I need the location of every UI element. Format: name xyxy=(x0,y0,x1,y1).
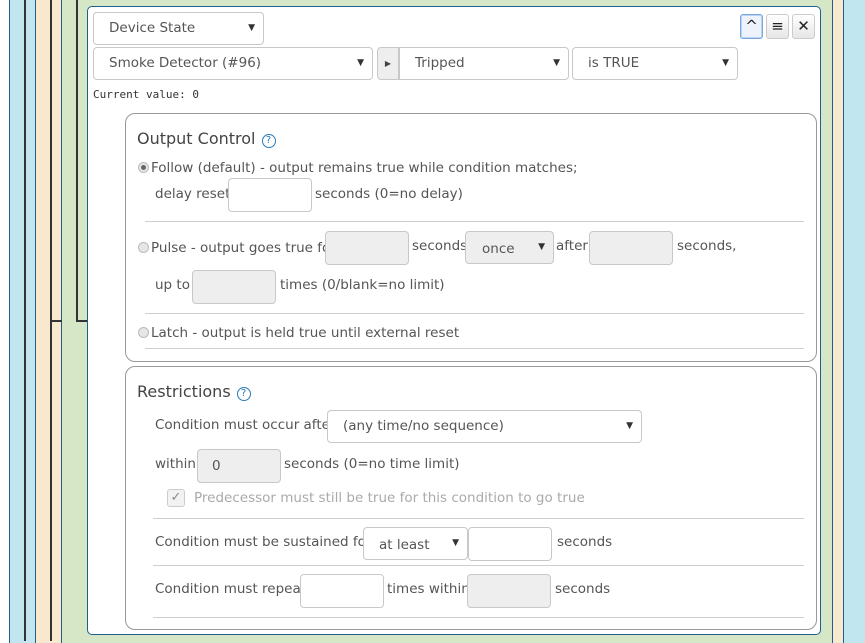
chevron-down-icon: ▼ xyxy=(626,421,633,431)
latch-radio[interactable] xyxy=(138,327,149,338)
play-triangle-icon: ▶ xyxy=(384,59,392,68)
tree-connector xyxy=(76,320,87,322)
chevron-down-icon: ▼ xyxy=(538,242,545,252)
sustained-select[interactable]: at least ▼ xyxy=(363,527,468,560)
predecessor-checkbox[interactable]: ✓ xyxy=(167,489,185,507)
checkmark-icon: ✓ xyxy=(170,490,182,505)
condition-type-value: Device State xyxy=(109,20,196,36)
menu-icon: ≡ xyxy=(771,17,784,35)
chevron-up-icon: ^ xyxy=(745,17,758,35)
divider xyxy=(145,348,804,349)
chevron-down-icon: ▼ xyxy=(452,538,459,548)
sustained-input[interactable] xyxy=(468,527,552,561)
repeat-suffix: seconds xyxy=(555,581,611,597)
latch-label: Latch - output is held true until extern… xyxy=(151,325,460,341)
follow-label: Follow (default) - output remains true w… xyxy=(151,160,578,176)
close-icon: ✕ xyxy=(797,17,810,35)
sustained-select-value: at least xyxy=(379,537,430,553)
restrictions-heading: Restrictions? xyxy=(137,382,251,401)
pulse-seconds-label: seconds xyxy=(412,238,468,254)
divider xyxy=(153,518,804,519)
pulse-up-to-label: up to xyxy=(155,277,190,293)
output-control-heading: Output Control? xyxy=(137,129,276,148)
delay-reset-input[interactable] xyxy=(228,178,312,212)
sustained-label: Condition must be sustained for xyxy=(155,534,372,550)
tree-line xyxy=(24,0,26,641)
occur-after-value: (any time/no sequence) xyxy=(343,418,504,434)
repeat-within-input[interactable] xyxy=(467,574,551,608)
repeat-label: Condition must repeat xyxy=(155,581,307,597)
operator-select[interactable]: is TRUE ▼ xyxy=(572,47,738,80)
divider xyxy=(153,565,804,566)
within-label: within xyxy=(155,456,196,472)
delay-reset-label: delay reset xyxy=(155,186,231,202)
within-input[interactable]: 0 xyxy=(197,449,281,483)
help-icon[interactable]: ? xyxy=(261,134,276,148)
divider xyxy=(145,221,804,222)
delay-reset-suffix: seconds (0=no delay) xyxy=(315,186,463,202)
pulse-up-to-suffix: times (0/blank=no limit) xyxy=(280,277,445,293)
predecessor-label: Predecessor must still be true for this … xyxy=(194,490,585,506)
divider xyxy=(153,617,804,618)
condition-type-select[interactable]: Device State ▼ xyxy=(93,12,264,45)
group-stripe-outer-left xyxy=(9,0,36,643)
chevron-down-icon: ▼ xyxy=(248,23,255,33)
chevron-down-icon: ▼ xyxy=(553,58,560,68)
variable-value: Tripped xyxy=(415,55,465,71)
pulse-label: Pulse - output goes true for xyxy=(151,240,336,256)
tree-line xyxy=(76,0,78,322)
chevron-down-icon: ▼ xyxy=(722,58,729,68)
repeat-times-label: times within xyxy=(387,581,470,597)
expand-variable-button[interactable]: ▶ xyxy=(377,47,399,80)
group-stripe-outer-right xyxy=(843,0,865,643)
device-value: Smoke Detector (#96) xyxy=(109,55,262,71)
divider xyxy=(145,313,804,314)
occur-after-label: Condition must occur after xyxy=(155,417,336,433)
pulse-repeat-select[interactable]: once ▼ xyxy=(465,231,554,264)
pulse-after-suffix: seconds, xyxy=(677,238,737,254)
pulse-radio[interactable] xyxy=(138,242,149,253)
tree-connector xyxy=(52,320,62,322)
pulse-up-to-input[interactable] xyxy=(192,270,276,304)
occur-after-select[interactable]: (any time/no sequence) ▼ xyxy=(327,410,642,443)
operator-value: is TRUE xyxy=(588,55,640,71)
sustained-suffix: seconds xyxy=(557,534,613,550)
delete-button[interactable]: ✕ xyxy=(792,14,815,39)
device-select[interactable]: Smoke Detector (#96) ▼ xyxy=(93,47,373,80)
repeat-count-input[interactable] xyxy=(300,574,384,608)
pulse-repeat-value: once xyxy=(482,241,515,257)
pulse-duration-input[interactable] xyxy=(325,231,409,265)
help-icon[interactable]: ? xyxy=(236,387,251,401)
output-control-title: Output Control xyxy=(137,129,256,148)
chevron-down-icon: ▼ xyxy=(357,58,364,68)
pulse-after-input[interactable] xyxy=(589,231,673,265)
restrictions-title: Restrictions xyxy=(137,382,231,401)
variable-select[interactable]: Tripped ▼ xyxy=(399,47,569,80)
pulse-after-label: after xyxy=(556,238,588,254)
current-value-label: Current value: 0 xyxy=(93,88,199,101)
menu-button[interactable]: ≡ xyxy=(766,14,789,39)
collapse-button[interactable]: ^ xyxy=(740,14,763,39)
within-suffix: seconds (0=no time limit) xyxy=(284,456,460,472)
follow-radio[interactable] xyxy=(138,162,149,173)
